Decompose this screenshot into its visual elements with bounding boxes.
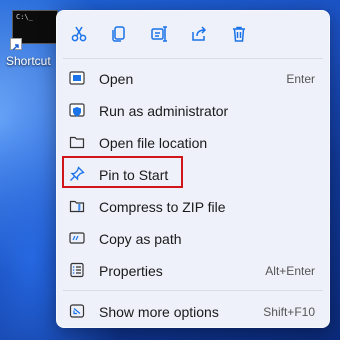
menu-item-run-as-admin[interactable]: Run as administrator [61,96,325,124]
menu-item-properties[interactable]: Properties Alt+Enter [61,256,325,284]
share-icon[interactable] [188,23,210,45]
path-icon [69,230,85,246]
menu-item-open[interactable]: Open Enter [61,64,325,92]
properties-icon [69,262,85,278]
open-app-icon [69,70,85,86]
menu-item-pin-to-start[interactable]: Pin to Start [61,160,325,188]
menu-item-copy-as-path[interactable]: Copy as path [61,224,325,252]
cut-icon[interactable] [68,23,90,45]
context-menu: Open Enter Run as administrator Open fil… [56,10,330,328]
delete-icon[interactable] [228,23,250,45]
zip-folder-icon [69,198,85,214]
rename-icon[interactable] [148,23,170,45]
pin-icon [69,166,85,182]
shield-icon [69,102,85,118]
separator [63,58,323,59]
folder-icon [69,134,85,150]
menu-toolbar [57,11,329,57]
more-options-icon [69,303,85,319]
copy-icon[interactable] [108,23,130,45]
shortcut-label: Shortcut [6,54,51,68]
menu-item-compress-zip[interactable]: Compress to ZIP file [61,192,325,220]
separator [63,290,323,291]
menu-item-show-more-options[interactable]: Show more options Shift+F10 [61,297,325,325]
menu-item-open-file-location[interactable]: Open file location [61,128,325,156]
shortcut-arrow-icon [10,38,22,51]
